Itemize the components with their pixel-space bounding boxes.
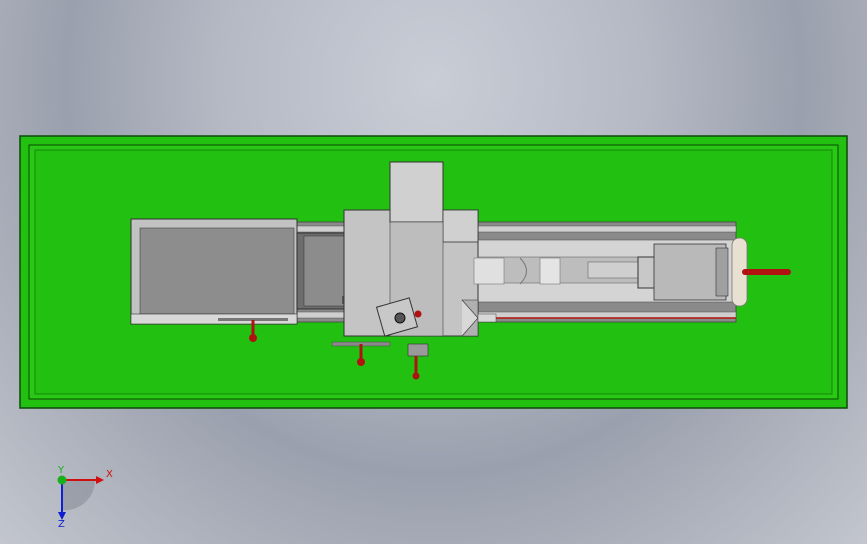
z-axis-label: Z xyxy=(58,519,65,530)
y-axis-dot xyxy=(57,475,67,485)
graphics-viewport[interactable]: X Y Z xyxy=(0,0,867,544)
coordinate-triad: X Y Z xyxy=(40,460,120,530)
triad-shadow xyxy=(62,480,96,511)
y-axis-label: Y xyxy=(57,465,65,476)
x-axis-label: X xyxy=(106,469,113,480)
headstock[interactable] xyxy=(130,218,298,325)
lathe-model[interactable] xyxy=(0,0,867,544)
